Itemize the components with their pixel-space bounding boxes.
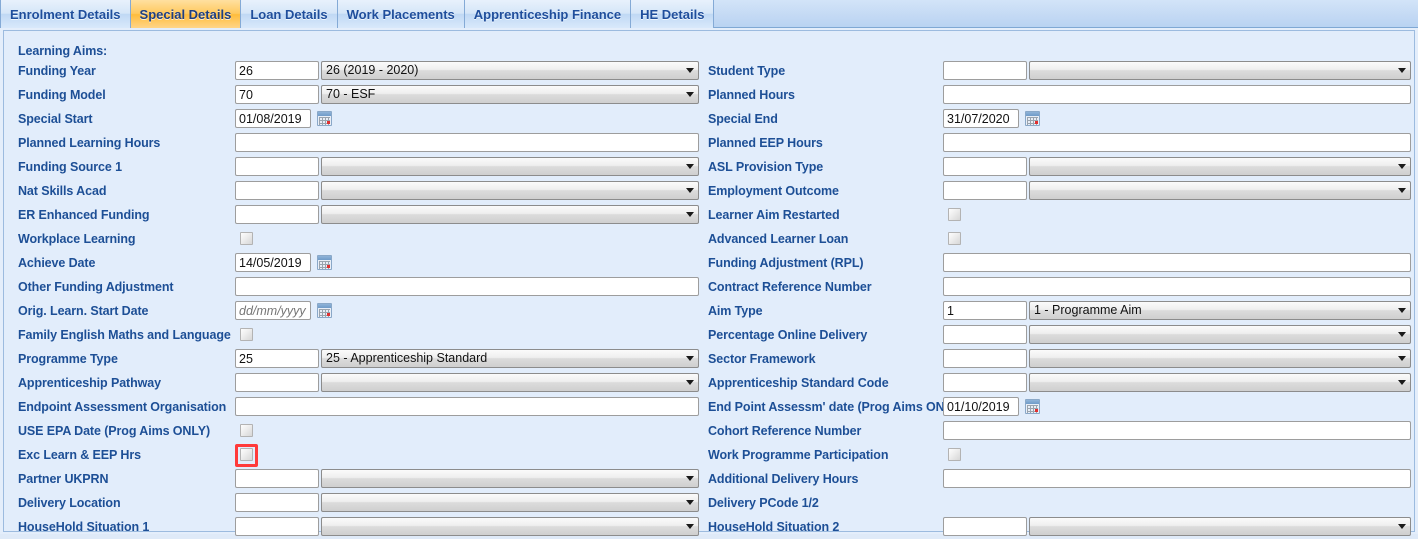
calendar-icon[interactable] bbox=[1025, 399, 1040, 414]
chevron-down-icon bbox=[1398, 524, 1406, 529]
input-cohort-reference-number[interactable] bbox=[943, 421, 1411, 440]
label-employment-outcome: Employment Outcome bbox=[708, 184, 839, 198]
chevron-down-icon bbox=[1398, 308, 1406, 313]
tab-strip: Enrolment Details Special Details Loan Det… bbox=[0, 0, 1418, 28]
input-funding-adjustment-rpl[interactable] bbox=[943, 253, 1411, 272]
tab-work-placements[interactable]: Work Placements bbox=[337, 0, 465, 28]
input-student-type-code[interactable] bbox=[943, 61, 1027, 80]
field-row: Learner Aim Restarted bbox=[4, 203, 1414, 227]
dropdown-employment-outcome[interactable] bbox=[1029, 181, 1411, 200]
calendar-icon[interactable] bbox=[1025, 111, 1040, 126]
label-delivery-pcode-1-2: Delivery PCode 1/2 bbox=[708, 496, 819, 510]
label-work-programme-participation: Work Programme Participation bbox=[708, 448, 889, 462]
field-row: Funding Adjustment (RPL) bbox=[4, 251, 1414, 275]
dropdown-asl-provision-type[interactable] bbox=[1029, 157, 1411, 176]
tab-loan-details[interactable]: Loan Details bbox=[241, 0, 338, 28]
field-row: Planned EEP Hours bbox=[4, 131, 1414, 155]
field-row: Employment Outcome bbox=[4, 179, 1414, 203]
field-row: ASL Provision Type bbox=[4, 155, 1414, 179]
field-row: Delivery PCode 1/2 bbox=[4, 491, 1414, 515]
input-asl-provision-type-code[interactable] bbox=[943, 157, 1027, 176]
tab-label: Work Placements bbox=[346, 6, 455, 22]
field-row: Percentage Online Delivery bbox=[4, 323, 1414, 347]
checkbox-learner-aim-restarted[interactable] bbox=[948, 208, 961, 221]
field-row: Apprenticeship Standard Code bbox=[4, 371, 1414, 395]
dropdown-aim-type[interactable]: 1 - Programme Aim bbox=[1029, 301, 1411, 320]
checkbox-work-programme-participation[interactable] bbox=[948, 448, 961, 461]
label-additional-delivery-hours: Additional Delivery Hours bbox=[708, 472, 859, 486]
special-details-panel: Learning Aims: Funding Year26 (2019 - 20… bbox=[3, 30, 1415, 536]
checkbox-advanced-learner-loan[interactable] bbox=[948, 232, 961, 245]
chevron-down-icon bbox=[1398, 332, 1406, 337]
dropdown-household-situation-2[interactable] bbox=[1029, 517, 1411, 536]
label-aim-type: Aim Type bbox=[708, 304, 763, 318]
field-row: Planned Hours bbox=[4, 83, 1414, 107]
field-row: Advanced Learner Loan bbox=[4, 227, 1414, 251]
tab-label: HE Details bbox=[640, 6, 705, 22]
label-planned-hours: Planned Hours bbox=[708, 88, 795, 102]
tab-enrolment-details[interactable]: Enrolment Details bbox=[0, 0, 131, 28]
dropdown-sector-framework[interactable] bbox=[1029, 349, 1411, 368]
tab-apprenticeship-finance[interactable]: Apprenticeship Finance bbox=[464, 0, 632, 28]
label-planned-eep-hours: Planned EEP Hours bbox=[708, 136, 823, 150]
field-row: End Point Assessm' date (Prog Aims ONLY) bbox=[4, 395, 1414, 419]
chevron-down-icon bbox=[1398, 68, 1406, 73]
tab-label: Loan Details bbox=[250, 6, 328, 22]
input-planned-eep-hours[interactable] bbox=[943, 133, 1411, 152]
input-household-situation-2-code[interactable] bbox=[943, 517, 1027, 536]
dropdown-apprenticeship-standard-code[interactable] bbox=[1029, 373, 1411, 392]
input-contract-reference-number[interactable] bbox=[943, 277, 1411, 296]
input-apprenticeship-standard-code-code[interactable] bbox=[943, 373, 1027, 392]
field-row: Work Programme Participation bbox=[4, 443, 1414, 467]
field-row: HouseHold Situation 2 bbox=[4, 515, 1414, 539]
dropdown-percentage-online-delivery[interactable] bbox=[1029, 325, 1411, 344]
label-apprenticeship-standard-code: Apprenticeship Standard Code bbox=[708, 376, 889, 390]
label-special-end: Special End bbox=[708, 112, 778, 126]
chevron-down-icon bbox=[1398, 380, 1406, 385]
field-row: Additional Delivery Hours bbox=[4, 467, 1414, 491]
label-student-type: Student Type bbox=[708, 64, 786, 78]
label-end-point-assessm-date-prog-aims-only: End Point Assessm' date (Prog Aims ONLY) bbox=[708, 400, 964, 414]
label-asl-provision-type: ASL Provision Type bbox=[708, 160, 824, 174]
input-aim-type-code[interactable] bbox=[943, 301, 1027, 320]
special-details-form: Enrolment Details Special Details Loan Det… bbox=[0, 0, 1418, 536]
input-end-point-assessm-date-prog-aims-only[interactable] bbox=[943, 397, 1019, 416]
input-additional-delivery-hours[interactable] bbox=[943, 469, 1411, 488]
input-planned-hours[interactable] bbox=[943, 85, 1411, 104]
input-special-end[interactable] bbox=[943, 109, 1019, 128]
field-row: Contract Reference Number bbox=[4, 275, 1414, 299]
label-household-situation-2: HouseHold Situation 2 bbox=[708, 520, 840, 534]
chevron-down-icon bbox=[1398, 188, 1406, 193]
dropdown-student-type[interactable] bbox=[1029, 61, 1411, 80]
field-row: Aim Type 1 - Programme Aim bbox=[4, 299, 1414, 323]
tab-special-details[interactable]: Special Details bbox=[130, 0, 242, 28]
tab-label: Special Details bbox=[139, 6, 232, 22]
field-row: Cohort Reference Number bbox=[4, 419, 1414, 443]
tab-label: Enrolment Details bbox=[10, 6, 121, 22]
chevron-down-icon bbox=[1398, 356, 1406, 361]
tab-he-details[interactable]: HE Details bbox=[631, 0, 715, 28]
chevron-down-icon bbox=[1398, 164, 1406, 169]
input-employment-outcome-code[interactable] bbox=[943, 181, 1027, 200]
dropdown-value: 1 - Programme Aim bbox=[1034, 303, 1142, 317]
tab-strip-filler bbox=[714, 0, 1418, 27]
label-contract-reference-number: Contract Reference Number bbox=[708, 280, 872, 294]
label-funding-adjustment-rpl: Funding Adjustment (RPL) bbox=[708, 256, 864, 270]
field-row: Sector Framework bbox=[4, 347, 1414, 371]
label-cohort-reference-number: Cohort Reference Number bbox=[708, 424, 862, 438]
input-sector-framework-code[interactable] bbox=[943, 349, 1027, 368]
tab-label: Apprenticeship Finance bbox=[473, 6, 622, 22]
field-row: Special End bbox=[4, 107, 1414, 131]
input-percentage-online-delivery-code[interactable] bbox=[943, 325, 1027, 344]
label-sector-framework: Sector Framework bbox=[708, 352, 816, 366]
label-learner-aim-restarted: Learner Aim Restarted bbox=[708, 208, 840, 222]
label-advanced-learner-loan: Advanced Learner Loan bbox=[708, 232, 849, 246]
field-row: Student Type bbox=[4, 59, 1414, 83]
label-percentage-online-delivery: Percentage Online Delivery bbox=[708, 328, 868, 342]
